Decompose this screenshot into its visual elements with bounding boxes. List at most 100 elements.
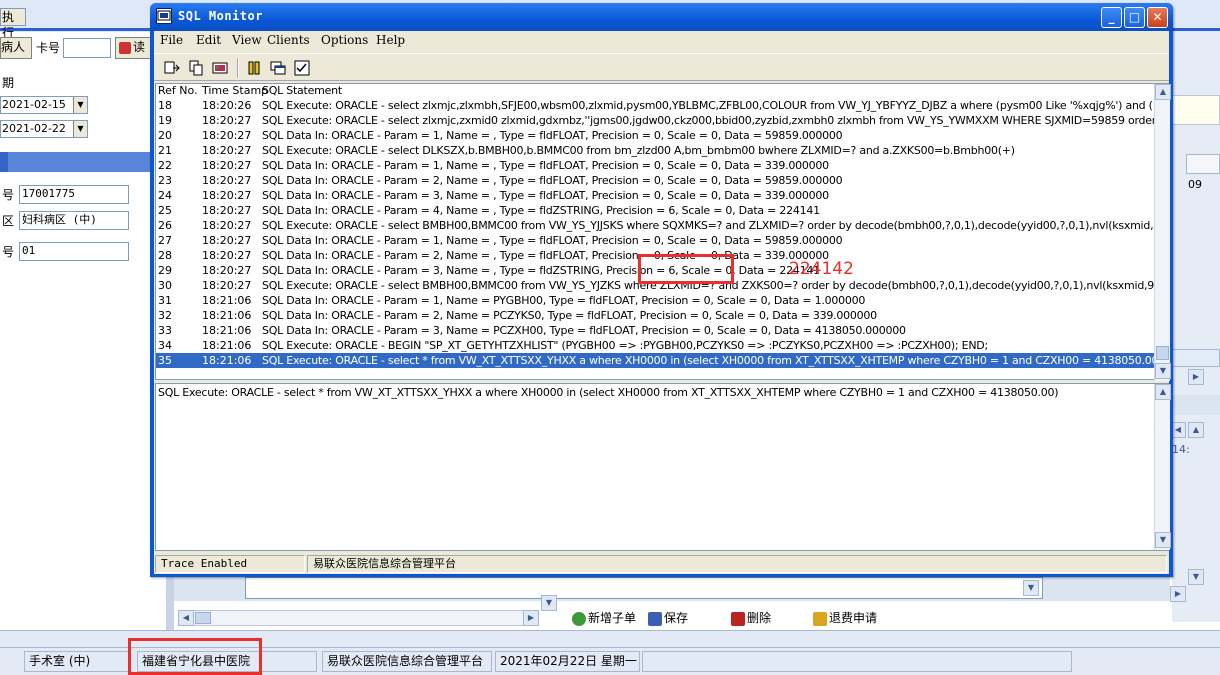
delete-button[interactable]: 删除 [731, 608, 771, 628]
maximize-button[interactable]: □ [1124, 7, 1145, 28]
sql-monitor-window[interactable]: SQL Monitor _ □ ✕ File Edit View Clients… [150, 3, 1173, 577]
lower-combo[interactable] [245, 577, 1043, 599]
table-row[interactable]: 25 18:20:27 SQL Data In: ORACLE - Param = … [156, 203, 1154, 218]
scroll-up-icon[interactable]: ▲ [1155, 384, 1171, 400]
scroll-right-icon[interactable]: ▶ [523, 610, 539, 626]
table-row[interactable]: 20 18:20:27 SQL Data In: ORACLE - Param = … [156, 128, 1154, 143]
window-titlebar[interactable]: SQL Monitor _ □ ✕ [150, 3, 1173, 31]
card-label: 卡号 [36, 41, 61, 55]
chevron-down-icon[interactable]: ▼ [1023, 580, 1039, 596]
sql-trace-list[interactable]: Ref No. Time Stamp SQL Statement 18 18:20… [155, 83, 1171, 381]
table-row[interactable]: 26 18:20:27 SQL Execute: ORACLE - select B… [156, 218, 1154, 233]
row-sql-statement: SQL Execute: ORACLE - BEGIN "SP_XT_GETYH… [262, 339, 988, 352]
row-sql-statement: SQL Data In: ORACLE - Param = 3, Name = … [262, 324, 906, 337]
scroll-up-icon[interactable]: ▲ [1188, 422, 1204, 438]
row-sql-statement: SQL Execute: ORACLE - select BMBH00,BMMC… [262, 219, 1154, 232]
list-vertical-scrollbar[interactable]: ▲ ▼ [1154, 84, 1171, 381]
new-sub-order-button[interactable]: 新增子单 [572, 608, 636, 628]
menu-edit[interactable]: Edit [196, 33, 221, 47]
row-ref-no: 19 [158, 114, 172, 127]
status-department: 手术室 (中) [24, 651, 130, 672]
row-ref-no: 26 [158, 219, 172, 232]
field3-input[interactable]: 01 [19, 242, 129, 261]
minimize-button[interactable]: _ [1101, 7, 1122, 28]
row-ref-no: 25 [158, 204, 172, 217]
ward-input[interactable]: 妇科病区 (中) [19, 211, 129, 230]
column-sql-statement[interactable]: SQL Statement [262, 84, 342, 98]
execute-tab[interactable]: 执行 [0, 8, 26, 40]
row-sql-statement: SQL Data In: ORACLE - Param = 1, Name = … [262, 159, 829, 172]
column-time-stamp[interactable]: Time Stamp [202, 84, 268, 98]
refund-request-button[interactable]: 退费申请 [813, 608, 877, 628]
row-sql-statement: SQL Execute: ORACLE - select zlxmjc,zxmi… [262, 114, 1154, 127]
scroll-left-icon[interactable]: ◀ [178, 610, 194, 626]
save-button[interactable]: 保存 [648, 608, 688, 628]
date-to-picker[interactable]: 2021-02-22 ▼ [0, 120, 88, 138]
card-number-input[interactable] [63, 38, 111, 58]
menu-help[interactable]: Help [376, 33, 405, 47]
chevron-down-icon[interactable]: ▼ [73, 121, 87, 137]
table-row[interactable]: 22 18:20:27 SQL Data In: ORACLE - Param = … [156, 158, 1154, 173]
maximize-icon: □ [1128, 10, 1141, 24]
scroll-down-icon[interactable]: ▼ [1155, 363, 1171, 379]
menu-clients[interactable]: Clients [267, 33, 310, 47]
copy-icon[interactable] [186, 58, 206, 78]
read-card-button[interactable]: 读 [115, 37, 155, 59]
field1-label: 号 [2, 188, 15, 202]
table-row[interactable]: 34 18:21:06 SQL Execute: ORACLE - BEGIN "S… [156, 338, 1154, 353]
menu-file[interactable]: File [160, 33, 183, 47]
windows-icon[interactable] [268, 58, 288, 78]
detail-vertical-scrollbar[interactable]: ▲ ▼ [1154, 384, 1171, 550]
scroll-thumb[interactable] [1156, 346, 1169, 360]
row-ref-no: 29 [158, 264, 172, 277]
patient-button[interactable]: 病人 [0, 37, 32, 59]
delete-icon [731, 611, 745, 626]
save-log-icon[interactable] [162, 58, 182, 78]
toolbar [154, 53, 1169, 81]
chevron-down-icon[interactable]: ▼ [73, 97, 87, 113]
table-row[interactable]: 19 18:20:27 SQL Execute: ORACLE - select z… [156, 113, 1154, 128]
scroll-up-icon[interactable]: ▲ [1155, 84, 1171, 100]
add-icon [572, 611, 586, 626]
sql-detail-pane[interactable]: SQL Execute: ORACLE - select * from VW_X… [155, 383, 1171, 551]
row-time-stamp: 18:20:27 [202, 219, 252, 232]
row-sql-statement: SQL Data In: ORACLE - Param = 4, Name = … [262, 204, 820, 217]
menu-options[interactable]: Options [321, 33, 368, 47]
h-scroll-thumb[interactable] [195, 612, 211, 624]
sql-monitor-app-icon [156, 8, 172, 24]
options-checklist-icon[interactable] [292, 58, 312, 78]
table-row[interactable]: 21 18:20:27 SQL Execute: ORACLE - select D… [156, 143, 1154, 158]
scroll-down-icon[interactable]: ▼ [541, 595, 557, 611]
row-ref-no: 34 [158, 339, 172, 352]
table-row[interactable]: 18 18:20:26 SQL Execute: ORACLE - select z… [156, 98, 1154, 113]
menu-view[interactable]: View [232, 33, 262, 47]
trace-status: Trace Enabled [155, 555, 305, 573]
print-icon[interactable] [210, 58, 230, 78]
date-from-picker[interactable]: 2021-02-15 ▼ [0, 96, 88, 114]
table-row[interactable]: 27 18:20:27 SQL Data In: ORACLE - Param = … [156, 233, 1154, 248]
h-scrollbar[interactable] [178, 610, 538, 626]
row-time-stamp: 18:20:27 [202, 174, 252, 187]
table-row[interactable]: 35 18:21:06 SQL Execute: ORACLE - select *… [156, 353, 1154, 368]
pause-icon[interactable] [244, 58, 264, 78]
close-button[interactable]: ✕ [1147, 7, 1168, 28]
scroll-down-icon[interactable]: ▼ [1188, 569, 1204, 585]
row-ref-no: 32 [158, 309, 172, 322]
table-row[interactable]: 31 18:21:06 SQL Data In: ORACLE - Param = … [156, 293, 1154, 308]
row-ref-no: 21 [158, 144, 172, 157]
scroll-right-icon[interactable]: ▶ [1188, 369, 1204, 385]
field3-label: 号 [2, 245, 15, 259]
column-ref-no[interactable]: Ref No. [158, 84, 198, 98]
delete-label: 删除 [747, 611, 772, 625]
row-ref-no: 30 [158, 279, 172, 292]
table-row[interactable]: 24 18:20:27 SQL Data In: ORACLE - Param = … [156, 188, 1154, 203]
sql-detail-text: SQL Execute: ORACLE - select * from VW_X… [158, 386, 1059, 399]
table-row[interactable]: 33 18:21:06 SQL Data In: ORACLE - Param = … [156, 323, 1154, 338]
scroll-right-icon[interactable]: ▶ [1170, 586, 1186, 602]
table-row[interactable]: 23 18:20:27 SQL Data In: ORACLE - Param = … [156, 173, 1154, 188]
refund-icon [813, 611, 827, 626]
row-sql-statement: SQL Execute: ORACLE - select zlxmjc,zlxm… [262, 99, 1154, 112]
table-row[interactable]: 32 18:21:06 SQL Data In: ORACLE - Param = … [156, 308, 1154, 323]
scroll-down-icon[interactable]: ▼ [1155, 532, 1171, 548]
field1-input[interactable]: 17001775 [19, 185, 129, 204]
